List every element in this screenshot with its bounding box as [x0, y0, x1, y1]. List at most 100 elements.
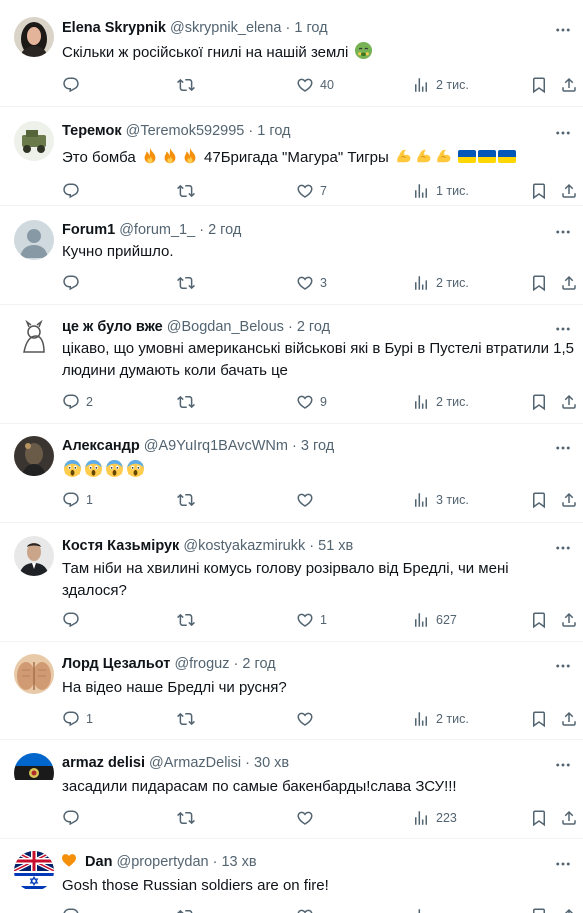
share-button[interactable] [560, 807, 578, 829]
reply-tweet[interactable]: Лорд Цезальот @froguz · 2 год На відео н… [0, 642, 583, 740]
avatar[interactable] [14, 753, 54, 793]
user-handle[interactable]: @ArmazDelisi [149, 755, 241, 771]
user-handle[interactable]: @skrypnik_elena [170, 20, 281, 36]
avatar[interactable] [14, 121, 54, 161]
like-button[interactable]: 40 [296, 74, 334, 96]
avatar[interactable] [14, 536, 54, 576]
views-button[interactable]: 627 [412, 609, 457, 631]
avatar[interactable] [14, 436, 54, 476]
reply-button[interactable]: 1 [62, 708, 93, 730]
like-button[interactable]: 9 [296, 391, 327, 413]
retweet-button[interactable] [177, 807, 201, 829]
reply-tweet[interactable]: Dan @propertydan · 13 хв Gosh those Russ… [0, 839, 583, 913]
reply-tweet[interactable]: це ж було вже @Bogdan_Belous · 2 год цік… [0, 305, 583, 424]
user-handle[interactable]: @Teremok592995 [126, 123, 245, 139]
more-icon[interactable] [551, 121, 575, 145]
views-button[interactable]: 1 тис. [412, 180, 469, 202]
like-button[interactable]: 3 [296, 272, 327, 294]
bookmark-button[interactable] [530, 272, 548, 294]
share-button[interactable] [560, 74, 578, 96]
reply-button[interactable] [62, 74, 86, 96]
like-button[interactable] [296, 708, 320, 730]
user-handle[interactable]: @Bogdan_Belous [167, 319, 284, 335]
reply-tweet[interactable]: armaz delisi @ArmazDelisi · 30 хв засади… [0, 740, 583, 839]
display-name[interactable]: Forum1 [62, 222, 115, 238]
timestamp[interactable]: 2 год [242, 656, 275, 672]
display-name[interactable]: Dan [85, 854, 112, 870]
views-button[interactable] [412, 905, 436, 913]
reply-button[interactable]: 1 [62, 489, 93, 511]
reply-button[interactable] [62, 272, 86, 294]
more-icon[interactable] [551, 18, 575, 42]
retweet-button[interactable] [177, 609, 201, 631]
reply-tweet[interactable]: Теремок @Teremok592995 · 1 год Это бомба… [0, 107, 583, 206]
retweet-button[interactable] [177, 74, 201, 96]
views-button[interactable]: 2 тис. [412, 391, 469, 413]
reply-tweet[interactable]: Forum1 @forum_1_ · 2 год Кучно прийшло. … [0, 206, 583, 305]
share-button[interactable] [560, 708, 578, 730]
timestamp[interactable]: 30 хв [254, 755, 289, 771]
views-button[interactable]: 2 тис. [412, 708, 469, 730]
more-icon[interactable] [551, 753, 575, 777]
display-name[interactable]: Теремок [62, 123, 122, 139]
share-button[interactable] [560, 180, 578, 202]
display-name[interactable]: Александр [62, 438, 140, 454]
timestamp[interactable]: 51 хв [318, 538, 353, 554]
like-button[interactable]: 7 [296, 180, 327, 202]
timestamp[interactable]: 1 год [257, 123, 290, 139]
avatar[interactable] [14, 220, 54, 260]
avatar[interactable] [14, 318, 54, 358]
avatar[interactable] [14, 851, 54, 891]
reply-tweet[interactable]: Александр @A9YuIrq1BAvcWNm · 3 год 1 3 т… [0, 424, 583, 523]
retweet-button[interactable] [177, 489, 201, 511]
views-button[interactable]: 3 тис. [412, 489, 469, 511]
bookmark-button[interactable] [530, 807, 548, 829]
share-button[interactable] [560, 905, 578, 913]
more-icon[interactable] [551, 536, 575, 560]
retweet-button[interactable] [177, 708, 201, 730]
like-button[interactable]: 1 [296, 609, 327, 631]
user-handle[interactable]: @propertydan [116, 854, 208, 870]
user-handle[interactable]: @froguz [174, 656, 229, 672]
views-button[interactable]: 223 [412, 807, 457, 829]
display-name[interactable]: armaz delisi [62, 755, 145, 771]
retweet-button[interactable] [177, 180, 201, 202]
reply-tweet[interactable]: Elena Skrypnik @skrypnik_elena · 1 год С… [0, 0, 583, 107]
bookmark-button[interactable] [530, 609, 548, 631]
bookmark-button[interactable] [530, 708, 548, 730]
display-name[interactable]: це ж було вже [62, 319, 163, 335]
display-name[interactable]: Костя Казьмірук [62, 538, 179, 554]
like-button[interactable] [296, 807, 320, 829]
more-icon[interactable] [551, 852, 575, 876]
avatar[interactable] [14, 654, 54, 694]
reply-button[interactable] [62, 180, 86, 202]
share-button[interactable] [560, 272, 578, 294]
display-name[interactable]: Лорд Цезальот [62, 656, 170, 672]
reply-button[interactable]: 2 [62, 391, 93, 413]
like-button[interactable] [296, 905, 320, 913]
share-button[interactable] [560, 609, 578, 631]
views-button[interactable]: 2 тис. [412, 272, 469, 294]
retweet-button[interactable] [177, 391, 201, 413]
timestamp[interactable]: 3 год [301, 438, 334, 454]
bookmark-button[interactable] [530, 391, 548, 413]
user-handle[interactable]: @A9YuIrq1BAvcWNm [144, 438, 288, 454]
bookmark-button[interactable] [530, 180, 548, 202]
timestamp[interactable]: 13 хв [221, 854, 256, 870]
reply-button[interactable] [62, 609, 86, 631]
timestamp[interactable]: 2 год [208, 222, 241, 238]
reply-button[interactable] [62, 807, 86, 829]
share-button[interactable] [560, 391, 578, 413]
like-button[interactable] [296, 489, 320, 511]
bookmark-button[interactable] [530, 489, 548, 511]
user-handle[interactable]: @kostyakazmirukk [183, 538, 305, 554]
views-button[interactable]: 2 тис. [412, 74, 469, 96]
retweet-button[interactable] [177, 905, 201, 913]
retweet-button[interactable] [177, 272, 201, 294]
more-icon[interactable] [551, 654, 575, 678]
display-name[interactable]: Elena Skrypnik [62, 20, 166, 36]
share-button[interactable] [560, 489, 578, 511]
avatar[interactable] [14, 17, 54, 57]
more-icon[interactable] [551, 436, 575, 460]
user-handle[interactable]: @forum_1_ [119, 222, 195, 238]
